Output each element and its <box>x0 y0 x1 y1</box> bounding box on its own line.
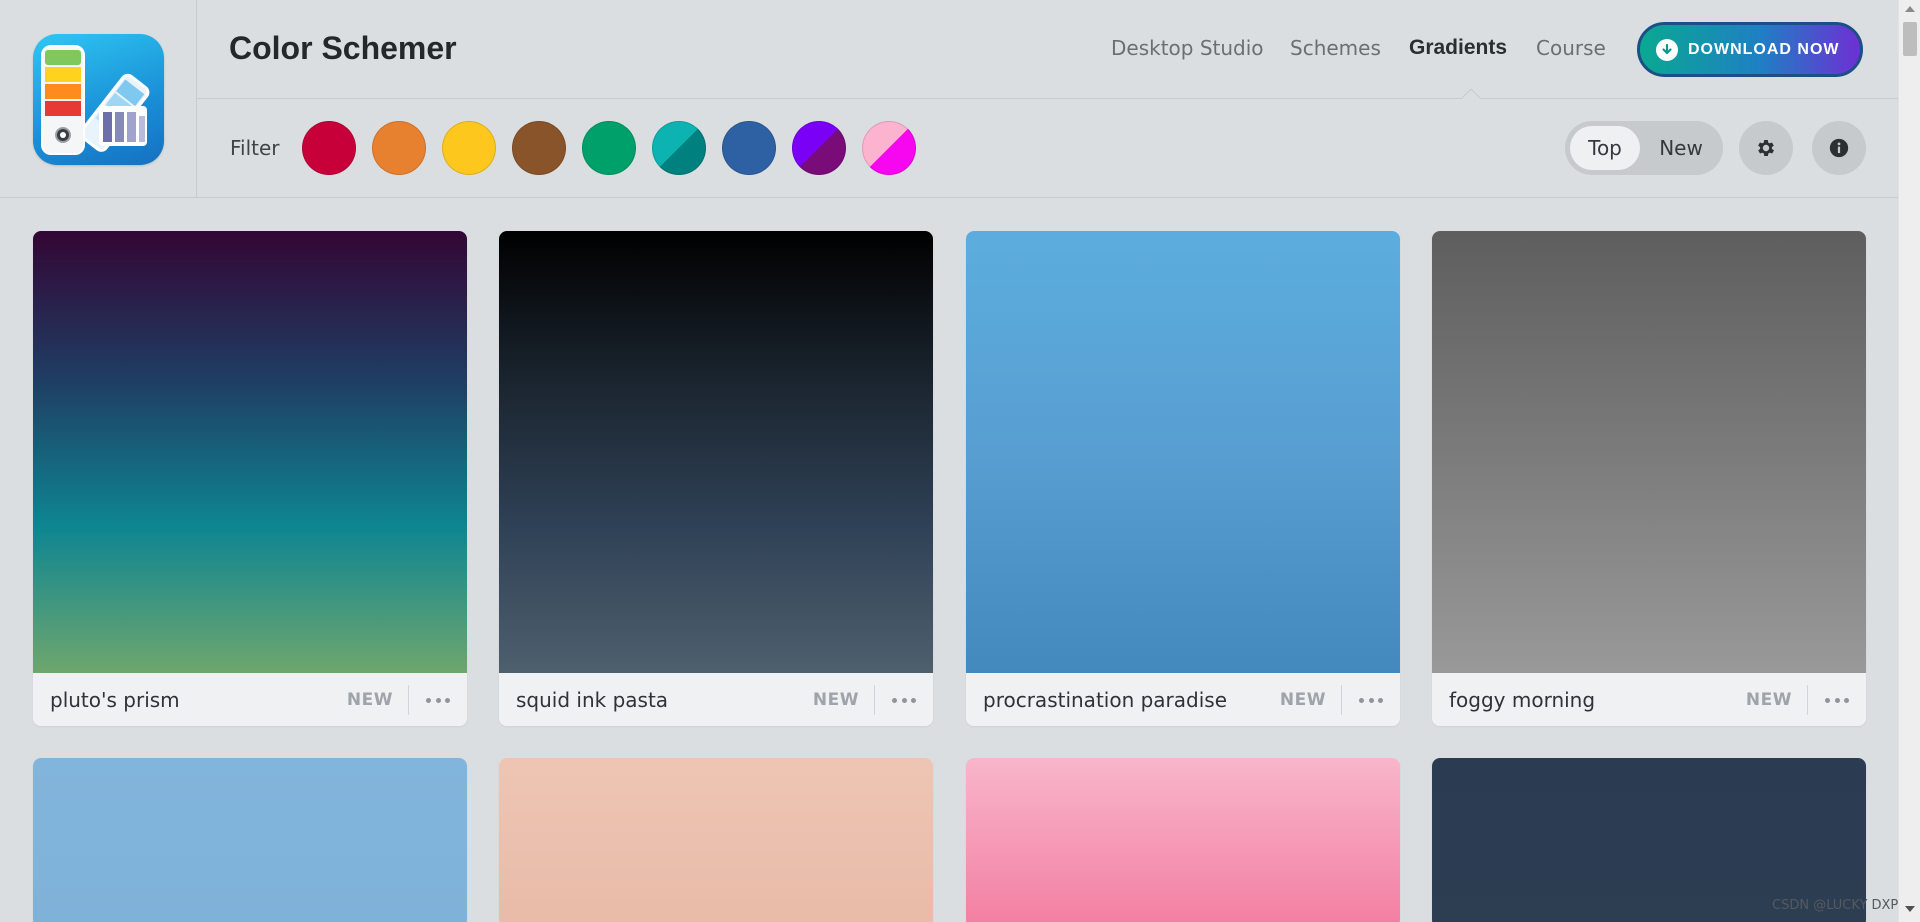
more-options-icon[interactable] <box>1354 688 1388 712</box>
gradient-card[interactable] <box>966 758 1400 922</box>
filter-bar: Filter Top New <box>197 99 1898 198</box>
gear-icon <box>1758 140 1774 156</box>
gradient-card-footer: squid ink pasta NEW <box>499 673 933 726</box>
info-button[interactable] <box>1812 121 1866 175</box>
nav-desktop-studio[interactable]: Desktop Studio <box>1111 36 1264 60</box>
new-badge: NEW <box>346 690 393 710</box>
gradient-preview[interactable] <box>499 231 933 673</box>
gradient-card[interactable]: squid ink pasta NEW <box>499 231 933 726</box>
gradient-preview[interactable] <box>1432 231 1866 673</box>
gradient-name: procrastination paradise <box>983 688 1228 712</box>
new-badge: NEW <box>1745 690 1792 710</box>
filter-label: Filter <box>230 136 280 160</box>
vertical-scrollbar[interactable] <box>1898 0 1920 922</box>
scroll-down-arrow-icon[interactable] <box>1905 906 1915 912</box>
gradient-card[interactable]: pluto's prism NEW <box>33 231 467 726</box>
swatch-green[interactable] <box>582 121 636 175</box>
footer-divider <box>408 685 409 715</box>
new-badge: NEW <box>812 690 859 710</box>
gradient-preview[interactable] <box>966 231 1400 673</box>
swatch-yellow[interactable] <box>442 121 496 175</box>
swatch-pink[interactable] <box>862 121 916 175</box>
gradient-preview[interactable] <box>499 758 933 922</box>
nav-course[interactable]: Course <box>1536 36 1606 60</box>
gradient-card-footer: foggy morning NEW <box>1432 673 1866 726</box>
download-now-label: DOWNLOAD NOW <box>1688 40 1840 58</box>
more-options-icon[interactable] <box>1820 688 1854 712</box>
top-bar: Color Schemer Desktop Studio Schemes Gra… <box>197 0 1898 100</box>
gradient-preview[interactable] <box>966 758 1400 922</box>
gradient-name: foggy morning <box>1449 688 1596 712</box>
scroll-thumb[interactable] <box>1903 22 1917 56</box>
new-badge: NEW <box>1279 690 1326 710</box>
sort-toggle[interactable]: Top New <box>1565 121 1723 175</box>
footer-divider <box>1807 685 1808 715</box>
swatch-brown[interactable] <box>512 121 566 175</box>
swatch-red[interactable] <box>302 121 356 175</box>
gradient-card-footer: procrastination paradise NEW <box>966 673 1400 726</box>
watermark: CSDN @LUCKY DXP <box>1772 898 1899 913</box>
gradient-preview[interactable] <box>33 231 467 673</box>
swatch-teal[interactable] <box>652 121 706 175</box>
swatch-purple[interactable] <box>792 121 846 175</box>
footer-divider <box>874 685 875 715</box>
info-icon <box>1829 138 1849 158</box>
footer-divider <box>1341 685 1342 715</box>
app-title: Color Schemer <box>229 30 457 66</box>
swatch-blue[interactable] <box>722 121 776 175</box>
gradient-card-footer: pluto's prism NEW <box>33 673 467 726</box>
more-options-icon[interactable] <box>887 688 921 712</box>
gradient-name: squid ink pasta <box>516 688 669 712</box>
logo-panel <box>0 0 197 198</box>
sort-top-option[interactable]: Top <box>1570 126 1640 170</box>
nav-schemes[interactable]: Schemes <box>1290 36 1381 60</box>
more-options-icon[interactable] <box>421 688 455 712</box>
gradient-card[interactable]: procrastination paradise NEW <box>966 231 1400 726</box>
color-schemer-logo-icon[interactable] <box>33 34 164 165</box>
scroll-up-arrow-icon[interactable] <box>1905 6 1915 12</box>
gradient-card[interactable]: foggy morning NEW <box>1432 231 1866 726</box>
gradient-card[interactable] <box>499 758 933 922</box>
sort-new-option[interactable]: New <box>1645 126 1717 170</box>
swatch-orange[interactable] <box>372 121 426 175</box>
nav-gradients[interactable]: Gradients <box>1409 36 1507 60</box>
gradient-preview[interactable] <box>33 758 467 922</box>
download-now-button[interactable]: DOWNLOAD NOW <box>1637 22 1863 77</box>
settings-button[interactable] <box>1739 121 1793 175</box>
gradient-name: pluto's prism <box>50 688 180 712</box>
gradient-card[interactable] <box>33 758 467 922</box>
download-circle-icon <box>1656 38 1678 61</box>
